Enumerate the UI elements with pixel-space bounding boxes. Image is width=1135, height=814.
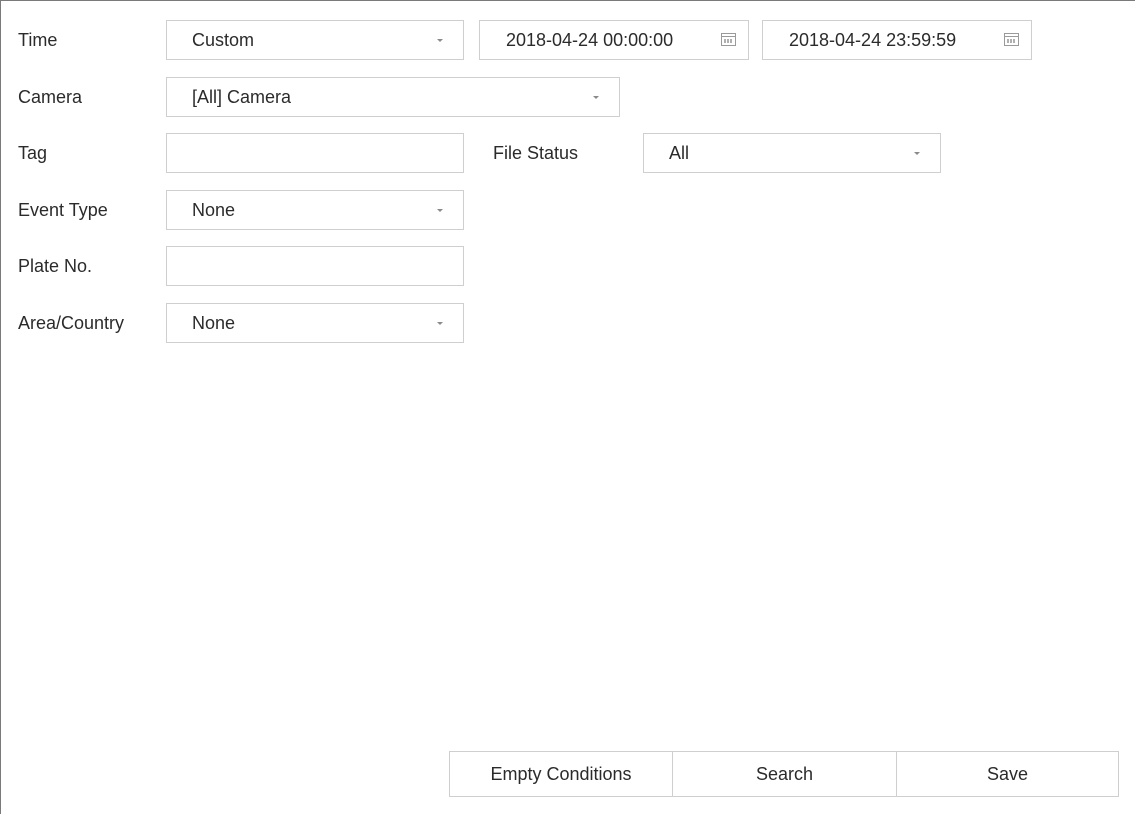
camera-value: [All] Camera [192, 87, 292, 107]
time-label: Time [18, 30, 58, 50]
file-status-label: File Status [493, 143, 579, 163]
start-time-value: 2018-04-24 00:00:00 [506, 30, 674, 50]
event-type-label: Event Type [18, 200, 108, 220]
calendar-icon[interactable] [721, 33, 736, 46]
end-time-field[interactable]: 2018-04-24 23:59:59 [762, 20, 1032, 60]
chevron-down-icon [437, 209, 443, 212]
chevron-down-icon [437, 322, 443, 325]
time-mode-value: Custom [192, 30, 255, 50]
event-type-value: None [192, 200, 236, 220]
empty-conditions-button[interactable]: Empty Conditions [449, 751, 673, 797]
file-status-value: All [669, 143, 690, 163]
start-time-field[interactable]: 2018-04-24 00:00:00 [479, 20, 749, 60]
area-country-label: Area/Country [18, 313, 125, 333]
calendar-icon[interactable] [1004, 33, 1019, 46]
tag-label: Tag [18, 143, 48, 163]
plate-no-label: Plate No. [18, 256, 93, 276]
camera-label: Camera [18, 87, 83, 107]
end-time-value: 2018-04-24 23:59:59 [789, 30, 957, 50]
area-country-select[interactable]: None [166, 303, 464, 343]
tag-input[interactable] [166, 133, 464, 173]
camera-select[interactable]: [All] Camera [166, 77, 620, 117]
chevron-down-icon [437, 39, 443, 42]
search-button[interactable]: Search [673, 751, 897, 797]
chevron-down-icon [593, 96, 599, 99]
time-mode-select[interactable]: Custom [166, 20, 464, 60]
chevron-down-icon [914, 152, 920, 155]
save-button[interactable]: Save [897, 751, 1119, 797]
event-type-select[interactable]: None [166, 190, 464, 230]
area-country-value: None [192, 313, 236, 333]
file-status-select[interactable]: All [643, 133, 941, 173]
plate-no-input[interactable] [166, 246, 464, 286]
search-panel [0, 0, 1135, 814]
